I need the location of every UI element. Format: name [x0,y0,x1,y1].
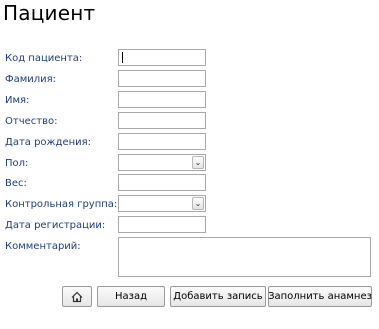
birth-date-input[interactable] [118,133,206,150]
weight-input[interactable] [118,174,206,191]
first-name-input[interactable] [118,91,206,108]
label-weight: Вес: [5,178,27,189]
label-first-name: Имя: [5,95,30,106]
label-last-name: Фамилия: [5,74,57,85]
label-middle-name: Отчество: [5,116,58,127]
back-button[interactable]: Назад [97,286,165,307]
add-record-button[interactable]: Добавить запись [170,286,266,307]
label-comment: Комментарий: [5,241,81,252]
label-sex: Пол: [5,158,29,169]
page-title: Пациент [3,1,96,25]
comment-textarea[interactable] [118,237,371,277]
label-control-group: Контрольная группа: [5,199,118,210]
fill-anamnesis-button[interactable]: Заполнить анамнез [268,286,372,307]
chevron-down-icon[interactable]: ⌄ [192,197,204,210]
home-button[interactable] [62,286,92,307]
middle-name-input[interactable] [118,112,206,129]
label-birth-date: Дата рождения: [5,137,92,148]
patient-code-input[interactable] [118,49,206,66]
last-name-input[interactable] [118,70,206,87]
control-group-select[interactable]: ⌄ [118,195,206,212]
registration-date-input[interactable] [118,216,206,233]
label-patient-code: Код пациента: [5,53,83,64]
label-registration-date: Дата регистрации: [5,220,106,231]
chevron-down-icon[interactable]: ⌄ [192,156,204,169]
sex-select[interactable]: ⌄ [118,154,206,171]
home-icon [71,291,83,302]
